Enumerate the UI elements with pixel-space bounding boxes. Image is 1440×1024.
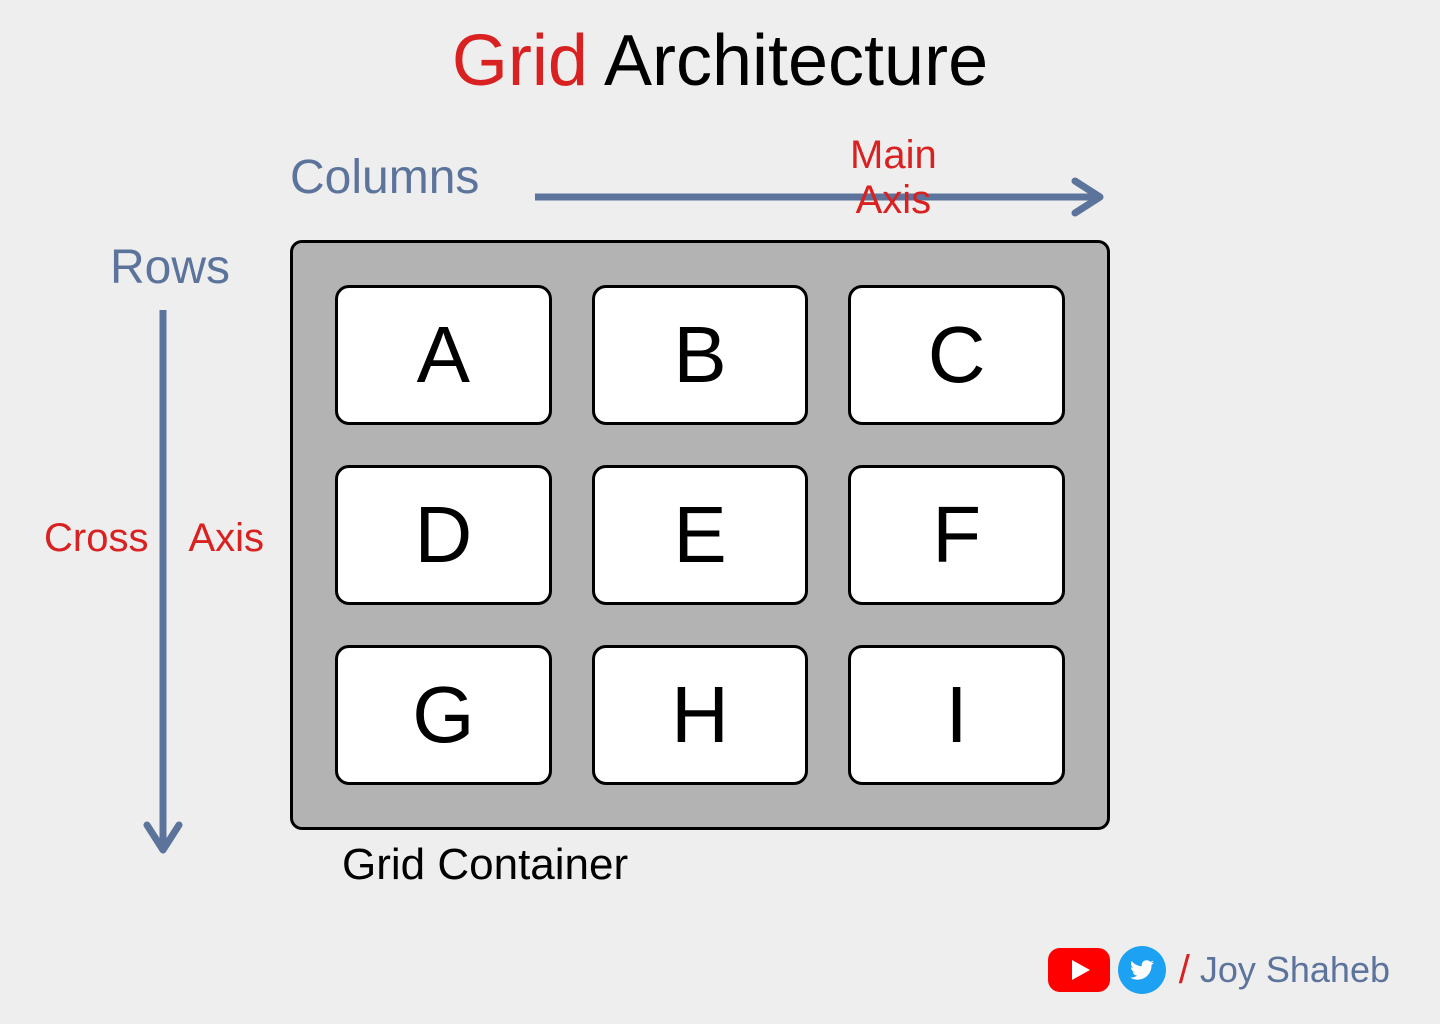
grid-item-i: I <box>848 645 1065 785</box>
main-axis-line1: Main <box>850 133 937 177</box>
grid-item-e: E <box>592 465 809 605</box>
credits-slash: / <box>1179 948 1190 993</box>
grid-item-b: B <box>592 285 809 425</box>
title-accent-word: Grid <box>452 21 588 101</box>
grid-item-c: C <box>848 285 1065 425</box>
grid-item-d: D <box>335 465 552 605</box>
twitter-icon <box>1118 946 1166 994</box>
credits: / Joy Shaheb <box>1048 946 1390 994</box>
main-axis-arrow-icon <box>535 177 1110 217</box>
cross-axis-left: Cross <box>44 516 148 560</box>
grid-item-f: F <box>848 465 1065 605</box>
columns-label: Columns <box>290 150 479 205</box>
credits-name: Joy Shaheb <box>1200 949 1390 991</box>
grid-item-g: G <box>335 645 552 785</box>
main-axis-label: Main Axis <box>850 133 937 223</box>
cross-axis-label: Cross Axis <box>44 516 264 561</box>
grid-item-a: A <box>335 285 552 425</box>
rows-label: Rows <box>110 240 230 295</box>
cross-axis-arrow-icon <box>143 310 183 860</box>
title-rest: Architecture <box>588 21 988 101</box>
main-axis-line2: Axis <box>856 178 932 222</box>
grid-item-h: H <box>592 645 809 785</box>
grid-container-label: Grid Container <box>342 840 628 890</box>
grid-container: A B C D E F G H I <box>290 240 1110 830</box>
cross-axis-right: Axis <box>188 516 264 560</box>
diagram-title: Grid Architecture <box>0 20 1440 102</box>
youtube-icon <box>1048 948 1110 992</box>
